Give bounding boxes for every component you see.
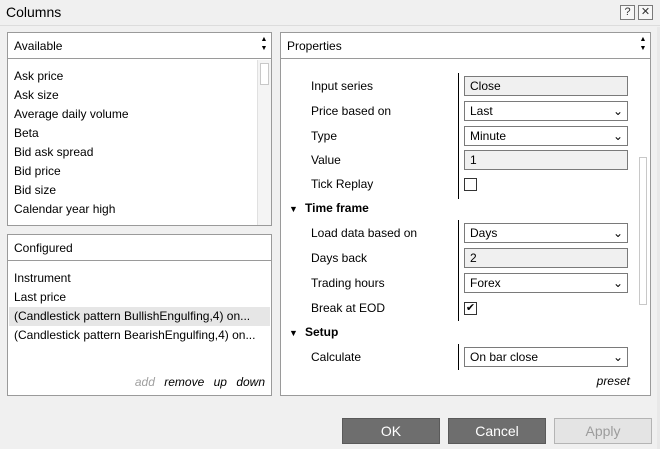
available-item[interactable]: Bid size: [14, 181, 56, 200]
available-scrollbar[interactable]: [257, 60, 271, 225]
sort-down-icon[interactable]: ▼: [259, 44, 269, 53]
trading-hours-label: Trading hours: [311, 276, 385, 290]
properties-header: Properties ▲ ▼: [281, 33, 650, 59]
add-link[interactable]: add: [135, 375, 155, 389]
available-title: Available: [14, 39, 63, 53]
window-title: Columns: [6, 4, 62, 20]
load-data-based-on-label: Load data based on: [311, 226, 418, 240]
available-item[interactable]: Calendar year high: [14, 200, 115, 219]
property-divider: [458, 73, 459, 199]
type-select[interactable]: Minute ⌄: [464, 126, 628, 146]
type-label: Type: [311, 129, 338, 143]
properties-title: Properties: [287, 39, 342, 53]
close-icon: ✕: [640, 6, 651, 18]
sort-up-icon[interactable]: ▲: [259, 35, 269, 44]
property-divider: [458, 220, 459, 321]
load-data-based-on-select[interactable]: Days ⌄: [464, 223, 628, 243]
check-icon: ✔: [465, 302, 476, 314]
trading-hours-select[interactable]: Forex ⌄: [464, 273, 628, 293]
help-button[interactable]: ?: [620, 5, 635, 20]
available-item[interactable]: Ask price: [14, 67, 63, 86]
up-link[interactable]: up: [214, 375, 227, 389]
properties-scrollbar[interactable]: [636, 60, 650, 395]
preset-link[interactable]: preset: [597, 374, 630, 388]
configured-header: Configured: [8, 235, 271, 261]
time-frame-title: Time frame: [305, 201, 369, 215]
available-header: Available ▲ ▼: [8, 33, 271, 59]
properties-panel: Properties ▲ ▼ Input series Close Price …: [280, 32, 651, 396]
close-button[interactable]: ✕: [638, 5, 653, 20]
apply-button[interactable]: Apply: [554, 418, 652, 444]
price-based-on-select[interactable]: Last ⌄: [464, 101, 628, 121]
help-icon: ?: [624, 6, 631, 18]
configured-item[interactable]: (Candlestick pattern BearishEngulfing,4)…: [14, 326, 266, 345]
available-item[interactable]: Bid ask spread: [14, 143, 93, 162]
configured-title: Configured: [14, 241, 73, 255]
sort-down-icon[interactable]: ▼: [638, 44, 648, 53]
available-item[interactable]: Average daily volume: [14, 105, 129, 124]
days-back-field[interactable]: 2: [464, 248, 628, 268]
calculate-select[interactable]: On bar close ⌄: [464, 347, 628, 367]
calculate-label: Calculate: [311, 350, 362, 364]
configured-item[interactable]: Instrument: [14, 269, 71, 288]
properties-scroll-thumb[interactable]: [639, 157, 647, 305]
configured-actions: add remove up down: [129, 375, 265, 389]
expand-icon: ▼: [289, 204, 298, 214]
remove-link[interactable]: remove: [164, 375, 204, 389]
type-value: Minute: [470, 129, 507, 143]
days-back-label: Days back: [311, 251, 368, 265]
calculate-value: On bar close: [470, 350, 539, 364]
down-link[interactable]: down: [236, 375, 265, 389]
trading-hours-value: Forex: [470, 276, 501, 290]
price-based-on-value: Last: [470, 104, 493, 118]
value-label: Value: [311, 153, 341, 167]
property-divider: [458, 344, 459, 370]
cancel-button[interactable]: Cancel: [448, 418, 546, 444]
configured-item[interactable]: Last price: [14, 288, 66, 307]
price-based-on-label: Price based on: [311, 104, 392, 118]
sort-arrows[interactable]: ▲ ▼: [638, 35, 648, 55]
ok-button[interactable]: OK: [342, 418, 440, 444]
chevron-down-icon: ⌄: [612, 104, 623, 118]
setup-title: Setup: [305, 325, 339, 339]
title-bar: Columns ? ✕: [0, 0, 660, 26]
input-series-label: Input series: [311, 79, 374, 93]
configured-panel: Configured Instrument Last price (Candle…: [7, 234, 272, 396]
section-setup[interactable]: ▼ Setup: [289, 322, 338, 342]
load-data-based-on-value: Days: [470, 226, 498, 240]
break-at-eod-checkbox[interactable]: ✔: [464, 302, 477, 315]
sort-up-icon[interactable]: ▲: [638, 35, 648, 44]
available-scroll-thumb[interactable]: [260, 63, 269, 85]
break-at-eod-label: Break at EOD: [311, 301, 386, 315]
value-field[interactable]: 1: [464, 150, 628, 170]
available-item[interactable]: Beta: [14, 124, 39, 143]
available-item[interactable]: Bid price: [14, 162, 61, 181]
section-time-frame[interactable]: ▼ Time frame: [289, 198, 369, 218]
input-series-field[interactable]: Close: [464, 76, 628, 96]
chevron-down-icon: ⌄: [612, 350, 623, 364]
configured-item-selected[interactable]: (Candlestick pattern BullishEngulfing,4)…: [9, 307, 270, 326]
tick-replay-label: Tick Replay: [311, 177, 374, 191]
chevron-down-icon: ⌄: [612, 276, 623, 290]
expand-icon: ▼: [289, 328, 298, 338]
available-panel: Available ▲ ▼ Ask price Ask size Average…: [7, 32, 272, 226]
sort-arrows[interactable]: ▲ ▼: [259, 35, 269, 55]
tick-replay-checkbox[interactable]: [464, 178, 477, 191]
available-item[interactable]: Ask size: [14, 86, 59, 105]
chevron-down-icon: ⌄: [612, 129, 623, 143]
chevron-down-icon: ⌄: [612, 226, 623, 240]
